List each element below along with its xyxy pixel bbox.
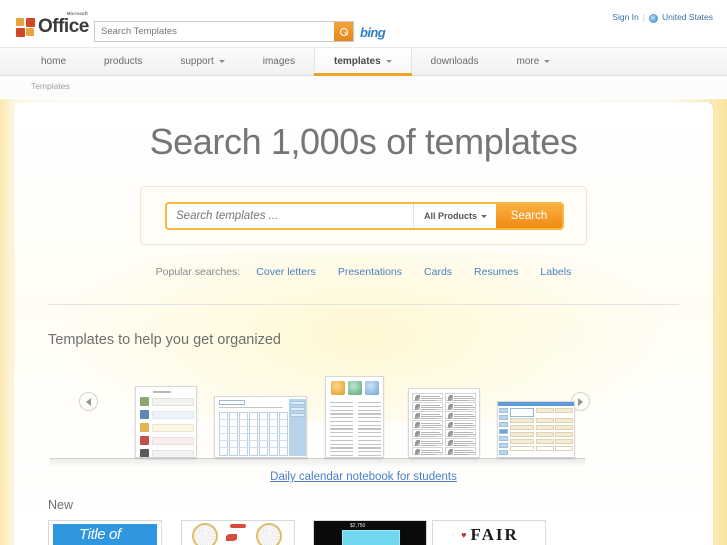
breadcrumb[interactable]: Templates: [31, 81, 70, 91]
popular-searches: Popular searches: Cover letters Presenta…: [14, 266, 713, 278]
chevron-down-icon: [385, 60, 392, 63]
microsoft-superscript: Microsoft: [66, 11, 88, 16]
new-tile-price-card[interactable]: $2,750: [313, 520, 427, 545]
office-squares-icon: [16, 18, 36, 37]
thumb-title-line: [153, 391, 171, 393]
content-panel: Search 1,000s of templates All Products …: [14, 102, 713, 545]
nav-label: products: [104, 56, 143, 67]
new-tile-bicycle[interactable]: [181, 520, 295, 545]
product-filter-dropdown[interactable]: All Products: [412, 204, 496, 228]
popular-link-presentations[interactable]: Presentations: [338, 266, 402, 278]
office-logo-text: Office: [38, 16, 89, 37]
region-link[interactable]: United States: [662, 12, 713, 22]
nav-item-templates[interactable]: templates: [313, 48, 412, 76]
nav-label: more: [516, 56, 540, 67]
site-header: Office Microsoft bing Sign In | United S…: [0, 0, 727, 48]
new-tile-label: Title of: [79, 526, 121, 543]
nav-label: support: [180, 56, 214, 67]
thumb-column-right: [358, 402, 381, 457]
bicycle-wheel-icon: [256, 523, 282, 545]
header-search-input[interactable]: [95, 22, 334, 41]
nav-label: home: [41, 56, 67, 67]
bicycle-seat-icon: [230, 524, 246, 528]
templates-home-page: Office Microsoft bing Sign In | United S…: [0, 0, 727, 545]
bicycle-wheel-icon: [192, 523, 218, 545]
popular-link-cover-letters[interactable]: Cover letters: [256, 266, 316, 278]
breadcrumb-bar: Templates: [0, 76, 727, 98]
office-wordmark: Office Microsoft: [38, 11, 89, 37]
page-title: Search 1,000s of templates: [149, 121, 578, 162]
thumb-calendar-grid: [219, 412, 288, 456]
carousel-caption: Daily calendar notebook for students: [14, 467, 713, 485]
popular-link-labels[interactable]: Labels: [540, 266, 571, 278]
product-filter-label: All Products: [423, 211, 477, 221]
header-search-button[interactable]: [334, 22, 353, 41]
new-tile-label: $2,750: [350, 523, 366, 529]
section-divider: [48, 304, 679, 305]
new-tile-fair[interactable]: ♥ FAIR: [432, 520, 546, 545]
bing-logo[interactable]: bing: [360, 25, 386, 40]
new-tile-label: FAIR: [470, 525, 519, 544]
nav-label: templates: [333, 56, 381, 67]
nav-item-products[interactable]: products: [85, 48, 161, 75]
heart-icon: ♥: [461, 530, 467, 540]
account-links: Sign In | United States: [612, 12, 713, 23]
search-button[interactable]: Search: [496, 204, 562, 228]
globe-icon: [648, 13, 658, 23]
popular-searches-label: Popular searches:: [155, 266, 241, 278]
search-input[interactable]: [167, 204, 413, 228]
carousel-thumbnail[interactable]: [408, 388, 480, 458]
new-tile-title-of[interactable]: Title of: [48, 520, 162, 545]
template-carousel: [14, 360, 713, 471]
chevron-down-icon: [481, 214, 487, 218]
nav-label: downloads: [430, 56, 479, 67]
carousel-thumbnail[interactable]: [325, 376, 384, 458]
thumb-active-cell: [510, 408, 534, 417]
nav-label: images: [262, 56, 295, 67]
account-separator: |: [642, 12, 645, 22]
template-search-card: All Products Search: [140, 186, 587, 245]
carousel-thumbnail[interactable]: [135, 386, 197, 458]
tile-fair-content: ♥ FAIR: [433, 521, 545, 545]
header-search[interactable]: [94, 21, 354, 42]
bicycle-frame-icon: [226, 534, 237, 541]
nav-item-more[interactable]: more: [497, 48, 569, 75]
template-search-box[interactable]: All Products Search: [165, 202, 564, 230]
tile-cyan-box: [342, 530, 400, 545]
organized-section-heading: Templates to help you get organized: [48, 332, 281, 348]
magnifier-icon: [339, 27, 348, 36]
nav-item-home[interactable]: home: [22, 48, 85, 75]
page-stage: Search 1,000s of templates All Products …: [0, 99, 727, 545]
carousel-caption-link[interactable]: Daily calendar notebook for students: [270, 471, 457, 483]
sign-in-link[interactable]: Sign In: [612, 12, 638, 22]
nav-item-support[interactable]: support: [161, 48, 243, 75]
nav-item-images[interactable]: images: [244, 48, 314, 75]
thumb-title-bar: [498, 402, 574, 406]
main-navigation: home products support images templates d…: [0, 48, 727, 76]
thumb-header-box: [219, 400, 245, 405]
carousel-thumbnail[interactable]: [214, 396, 307, 458]
office-logo[interactable]: Office Microsoft: [16, 11, 89, 37]
new-templates-row: Title of $2,750 ♥ FAIR: [14, 520, 713, 545]
chevron-down-icon: [544, 60, 551, 63]
carousel-thumbnails: [14, 360, 713, 460]
popular-link-cards[interactable]: Cards: [424, 266, 452, 278]
nav-list: home products support images templates d…: [0, 48, 727, 76]
new-section-heading: New: [48, 498, 74, 512]
thumb-column-left: [330, 402, 353, 457]
nav-item-downloads[interactable]: downloads: [412, 48, 498, 75]
chevron-down-icon: [218, 60, 225, 63]
thumb-note-line: [219, 407, 283, 409]
carousel-thumbnail[interactable]: [497, 401, 575, 458]
popular-link-resumes[interactable]: Resumes: [474, 266, 518, 278]
